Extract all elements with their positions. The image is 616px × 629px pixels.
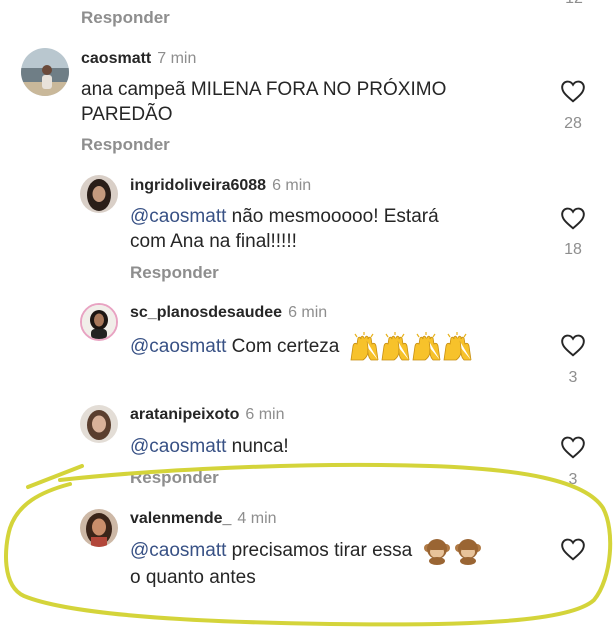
username[interactable]: valenmende_ [130,510,231,527]
username[interactable]: ingridoliveira6088 [130,177,266,194]
comment-header: ingridoliveira6088 6 min [130,177,311,195]
comment-text-line: Com certeza [226,336,340,358]
comment-text-line: o quanto antes [130,567,256,588]
like-count: 3 [568,369,578,386]
heart-icon[interactable] [560,79,586,103]
timestamp: 6 min [288,304,328,321]
comment-header: caosmatt 7 min [81,50,196,68]
mention-link[interactable]: @caosmatt [130,336,226,357]
heart-icon[interactable] [560,206,586,230]
comment-header: sc_planosdesaudee 6 min [130,304,327,322]
timestamp: 6 min [272,177,312,194]
avatar[interactable] [80,175,118,213]
mention-link[interactable]: @caosmatt [130,436,226,457]
comment-text: ana campeã MILENA FORA NO PRÓXIMO PAREDÃ… [81,79,447,125]
like-count: 28 [564,115,582,132]
raising-hands-emoji [349,332,473,362]
comment-text-line: precisamos tirar essa [226,540,413,562]
reply-button[interactable]: Responder [130,468,219,488]
like-count: 12 [554,0,594,8]
like-count: 18 [564,241,582,258]
comment-text: @caosmatt Com certeza [130,332,550,362]
reply-button[interactable]: Responder [81,135,170,155]
avatar[interactable] [21,48,69,96]
username[interactable]: sc_planosdesaudee [130,304,282,321]
reply-button[interactable]: Responder [130,263,219,283]
comment-text-line: nunca! [226,436,289,457]
see-no-evil-monkey-emoji [422,537,484,565]
avatar[interactable] [80,405,118,443]
mention-link[interactable]: @caosmatt [130,206,226,227]
comment-text: @caosmatt precisamos tirar essa o quanto… [130,537,550,590]
username[interactable]: aratanipeixoto [130,406,239,423]
reply-button[interactable]: Responder [81,8,170,28]
heart-icon[interactable] [560,537,586,561]
comment-header: valenmende_ 4 min [130,510,277,528]
like-count: 3 [568,471,578,488]
comment-header: aratanipeixoto 6 min [130,406,284,424]
avatar[interactable] [80,509,118,547]
timestamp: 6 min [245,406,285,423]
comment-text-line: não mesmooooo! Estará [226,206,439,227]
mention-link[interactable]: @caosmatt [130,540,226,561]
comment-text-line: com Ana na final!!!!! [130,231,297,252]
comment-text: @caosmatt não mesmooooo! Estará com Ana … [130,204,530,254]
comment-text: @caosmatt nunca! [130,434,530,459]
avatar[interactable] [80,303,118,341]
heart-icon[interactable] [560,435,586,459]
heart-icon[interactable] [560,333,586,357]
username[interactable]: caosmatt [81,50,151,67]
timestamp: 4 min [237,510,277,527]
timestamp: 7 min [157,50,197,67]
